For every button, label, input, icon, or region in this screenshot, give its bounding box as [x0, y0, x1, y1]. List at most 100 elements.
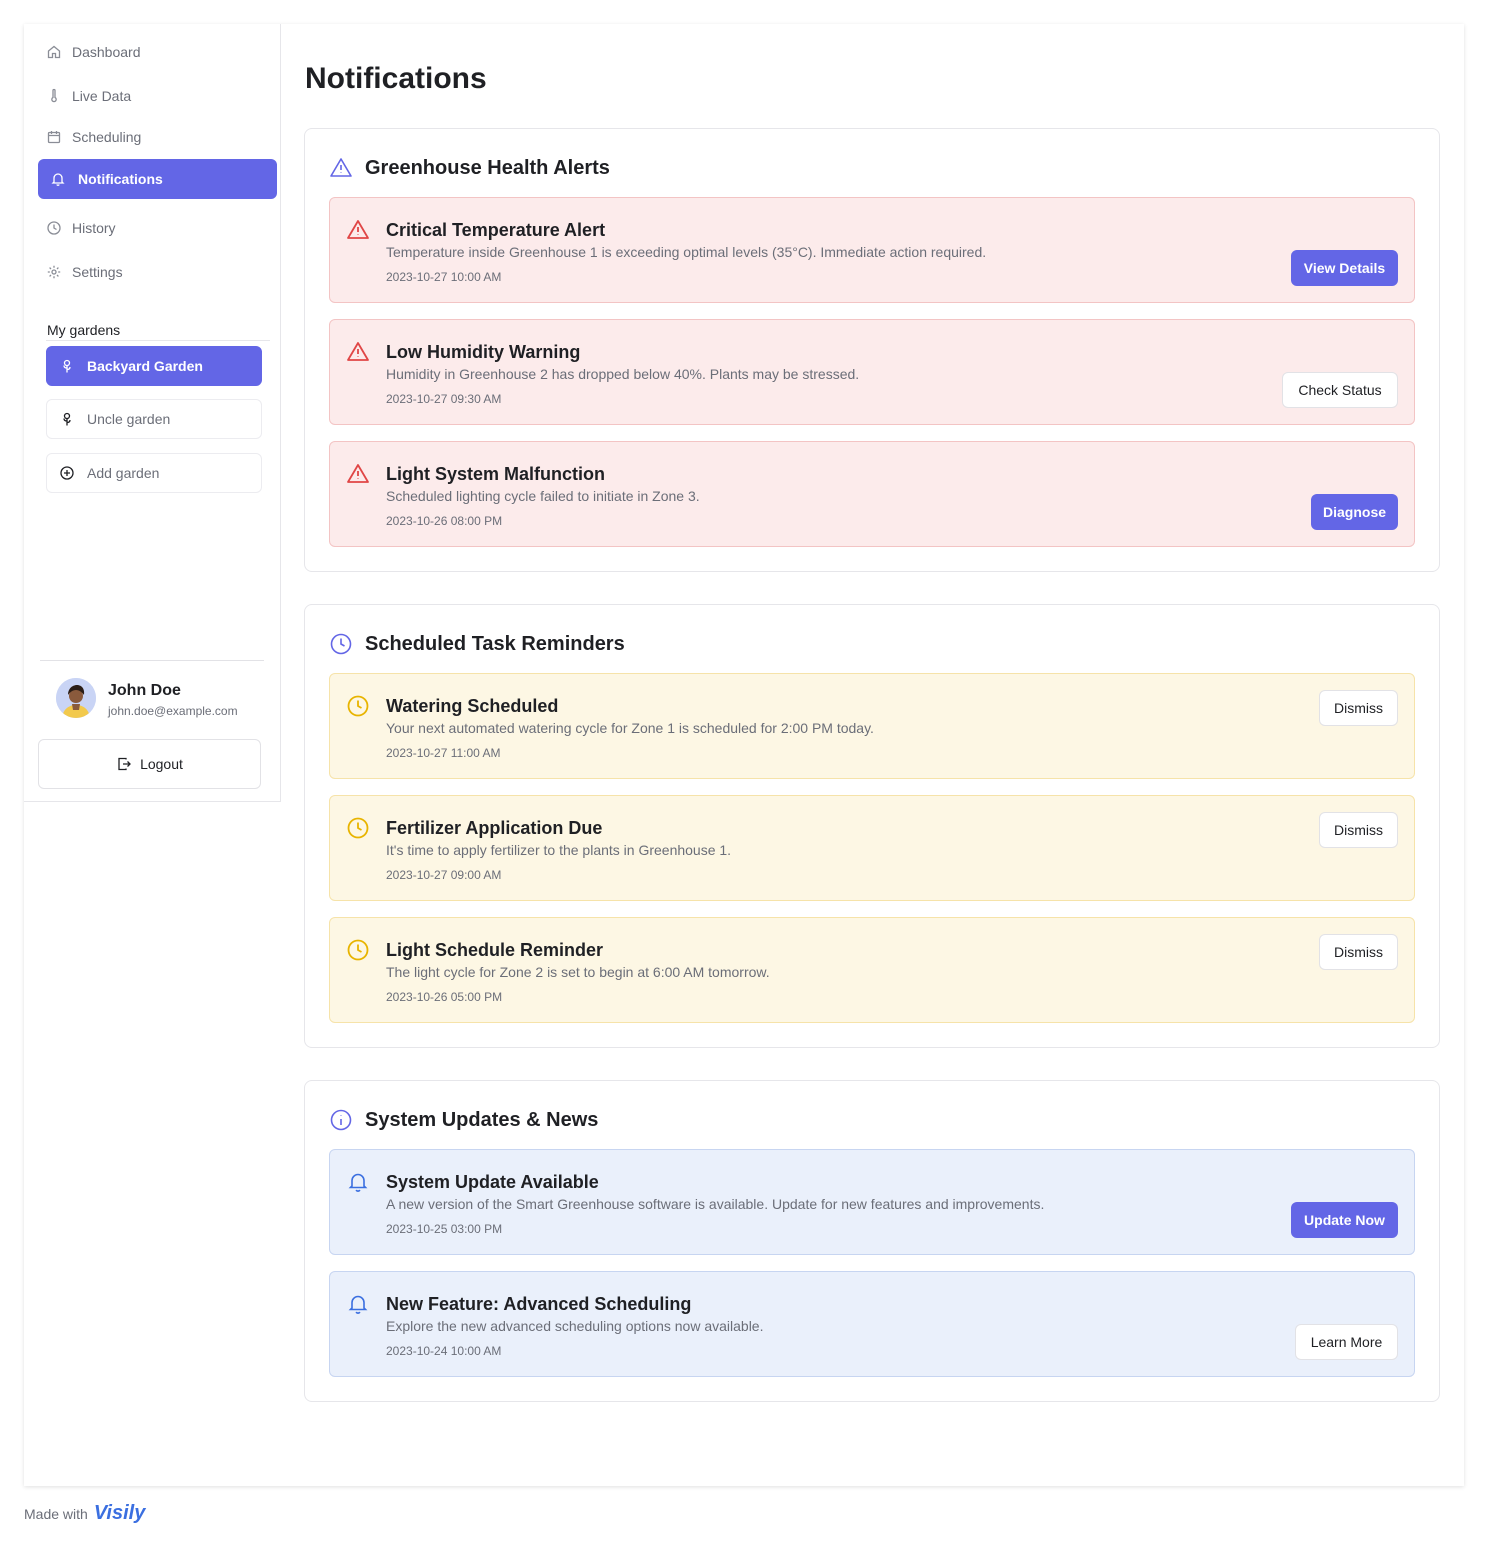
calendar-icon: [46, 129, 62, 145]
notification-title: New Feature: Advanced Scheduling: [386, 1294, 692, 1314]
notification-card: System Update Available A new version of…: [329, 1149, 1415, 1255]
notification-timestamp: 2023-10-24 10:00 AM: [386, 1344, 502, 1358]
clock-icon: [329, 632, 353, 656]
sidebar-item-label: Scheduling: [72, 129, 142, 145]
app-frame: Dashboard Live Data Scheduling Notificat…: [24, 24, 1464, 1486]
notification-timestamp: 2023-10-27 10:00 AM: [386, 270, 502, 284]
dismiss-button[interactable]: Dismiss: [1319, 812, 1398, 848]
notification-title: Light Schedule Reminder: [386, 940, 604, 960]
clock-icon: [347, 817, 369, 839]
avatar[interactable]: [56, 678, 96, 718]
my-gardens-label: My gardens: [47, 322, 121, 338]
sidebar-item-label: Settings: [72, 264, 123, 280]
notification-title: Fertilizer Application Due: [386, 818, 603, 838]
clock-icon: [46, 220, 62, 236]
notification-timestamp: 2023-10-26 05:00 PM: [386, 990, 503, 1004]
notification-timestamp: 2023-10-26 08:00 PM: [386, 514, 503, 528]
sidebar-item-label: Live Data: [72, 88, 132, 104]
bell-icon: [348, 1173, 368, 1192]
clock-icon: [347, 695, 369, 717]
dismiss-button[interactable]: Dismiss: [1319, 934, 1398, 970]
check-status-button[interactable]: Check Status: [1282, 372, 1398, 408]
notification-title: Low Humidity Warning: [386, 342, 581, 362]
notification-title: System Update Available: [386, 1172, 599, 1192]
home-icon: [46, 44, 62, 60]
garden-label: Backyard Garden: [87, 358, 203, 374]
user-name: John Doe: [108, 682, 181, 699]
sidebar-item-label: Dashboard: [72, 44, 141, 60]
learn-more-button[interactable]: Learn More: [1295, 1324, 1398, 1360]
sidebar-item-notifications[interactable]: Notifications: [38, 159, 277, 199]
notification-card: Low Humidity Warning Humidity in Greenho…: [329, 319, 1415, 425]
panel-header: System Updates & News: [329, 1107, 598, 1133]
notification-title: Watering Scheduled: [386, 696, 559, 716]
made-with-footer[interactable]: Made with Visily: [24, 1502, 145, 1525]
notification-description: It's time to apply fertilizer to the pla…: [386, 842, 732, 858]
garden-item-backyard[interactable]: Backyard Garden: [46, 346, 262, 386]
sidebar-item-label: Notifications: [78, 171, 163, 187]
warning-triangle-icon: [329, 156, 353, 180]
notification-description: The light cycle for Zone 2 is set to beg…: [386, 964, 770, 980]
divider: [46, 340, 270, 341]
logout-button[interactable]: Logout: [38, 739, 261, 789]
notification-card: New Feature: Advanced Scheduling Explore…: [329, 1271, 1415, 1377]
flower-icon: [59, 358, 75, 374]
task-reminders-panel: Scheduled Task Reminders Watering Schedu…: [304, 604, 1440, 1048]
notification-timestamp: 2023-10-27 09:30 AM: [386, 392, 502, 406]
sidebar-item-dashboard[interactable]: Dashboard: [38, 32, 277, 72]
add-garden-button[interactable]: Add garden: [46, 453, 262, 493]
notification-description: Temperature inside Greenhouse 1 is excee…: [386, 244, 987, 260]
panel-header: Greenhouse Health Alerts: [329, 155, 610, 181]
system-updates-panel: System Updates & News System Update Avai…: [304, 1080, 1440, 1402]
notification-description: Your next automated watering cycle for Z…: [386, 720, 874, 736]
divider: [40, 660, 264, 661]
logout-label: Logout: [140, 756, 183, 772]
notification-card: Critical Temperature Alert Temperature i…: [329, 197, 1415, 303]
notification-card: Watering Scheduled Your next automated w…: [329, 673, 1415, 779]
panel-title: Scheduled Task Reminders: [365, 632, 625, 655]
add-garden-label: Add garden: [87, 465, 160, 481]
health-alerts-panel: Greenhouse Health Alerts Critical Temper…: [304, 128, 1440, 572]
sidebar: Dashboard Live Data Scheduling Notificat…: [24, 24, 281, 802]
warning-triangle-icon: [347, 464, 369, 483]
notification-title: Light System Malfunction: [386, 464, 606, 484]
flower-icon: [59, 411, 75, 427]
dismiss-button[interactable]: Dismiss: [1319, 690, 1398, 726]
user-email: john.doe@example.com: [108, 704, 238, 718]
sidebar-item-live-data[interactable]: Live Data: [38, 76, 277, 116]
gear-icon: [46, 264, 62, 280]
clock-icon: [347, 939, 369, 961]
bell-icon: [50, 171, 66, 187]
notification-card: Fertilizer Application Due It's time to …: [329, 795, 1415, 901]
page-title: Notifications: [305, 62, 487, 95]
sidebar-item-history[interactable]: History: [38, 208, 277, 248]
panel-header: Scheduled Task Reminders: [329, 631, 625, 657]
notification-description: Humidity in Greenhouse 2 has dropped bel…: [386, 366, 860, 382]
notification-card: Light Schedule Reminder The light cycle …: [329, 917, 1415, 1023]
bell-icon: [348, 1295, 368, 1314]
notification-description: A new version of the Smart Greenhouse so…: [386, 1196, 1045, 1212]
thermometer-icon: [46, 88, 62, 104]
logout-icon: [116, 756, 132, 772]
panel-title: System Updates & News: [365, 1108, 599, 1131]
info-icon: [329, 1108, 353, 1132]
warning-triangle-icon: [347, 220, 369, 239]
update-now-button[interactable]: Update Now: [1291, 1202, 1398, 1238]
view-details-button[interactable]: View Details: [1291, 250, 1398, 286]
notification-timestamp: 2023-10-27 09:00 AM: [386, 868, 502, 882]
made-with-label: Made with: [24, 1505, 88, 1522]
garden-item-uncle[interactable]: Uncle garden: [46, 399, 262, 439]
garden-label: Uncle garden: [87, 411, 171, 427]
plus-circle-icon: [59, 465, 75, 481]
notification-description: Explore the new advanced scheduling opti…: [386, 1318, 764, 1334]
notification-description: Scheduled lighting cycle failed to initi…: [386, 488, 700, 504]
diagnose-button[interactable]: Diagnose: [1311, 494, 1398, 530]
sidebar-item-scheduling[interactable]: Scheduling: [38, 117, 277, 157]
notification-timestamp: 2023-10-27 11:00 AM: [386, 746, 501, 760]
notification-card: Light System Malfunction Scheduled light…: [329, 441, 1415, 547]
notification-timestamp: 2023-10-25 03:00 PM: [386, 1222, 503, 1236]
warning-triangle-icon: [347, 342, 369, 361]
sidebar-item-label: History: [72, 220, 116, 236]
visily-logo: Visily: [93, 1502, 146, 1524]
sidebar-item-settings[interactable]: Settings: [38, 252, 277, 292]
